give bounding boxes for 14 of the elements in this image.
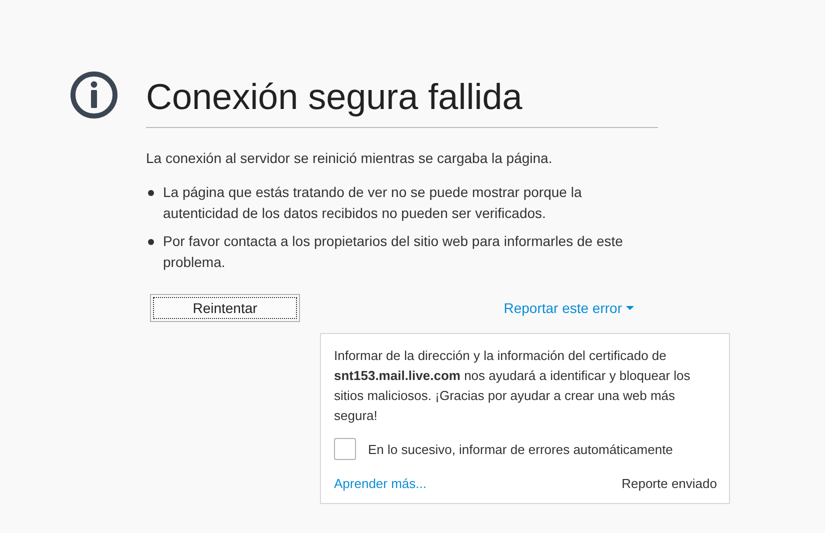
report-description: Informar de la dirección y la información del certificado de snt153.mail.live.com nos ayudará a identificar y bloquear los sitios maliciosos. ¡Gracias por ayudar a crear una web más segura!: [334, 347, 692, 425]
bullet-text: La página que estás tratando de ver no se puede mostrar porque la autenticidad de los datos recibidos no pueden ser verificados.: [163, 183, 583, 223]
bullet-icon: [148, 239, 154, 245]
learn-more-link[interactable]: Aprender más...: [334, 476, 426, 491]
info-icon: [70, 71, 118, 119]
bullet-icon: [148, 190, 154, 196]
checkbox-label: En lo sucesivo, informar de errores automáticamente: [368, 442, 673, 456]
error-message: La conexión al servidor se reinició mientras se cargaba la página.: [146, 149, 554, 168]
report-status: Reporte enviado: [622, 476, 717, 491]
report-error-link[interactable]: Reportar este error: [504, 300, 634, 316]
page-title: Conexión segura fallida: [146, 75, 658, 128]
auto-report-checkbox[interactable]: [334, 438, 356, 460]
bullet-text: Por favor contacta a los propietarios del sitio web para informarles de este problema.: [163, 232, 624, 272]
retry-button[interactable]: Reintentar: [150, 294, 300, 322]
